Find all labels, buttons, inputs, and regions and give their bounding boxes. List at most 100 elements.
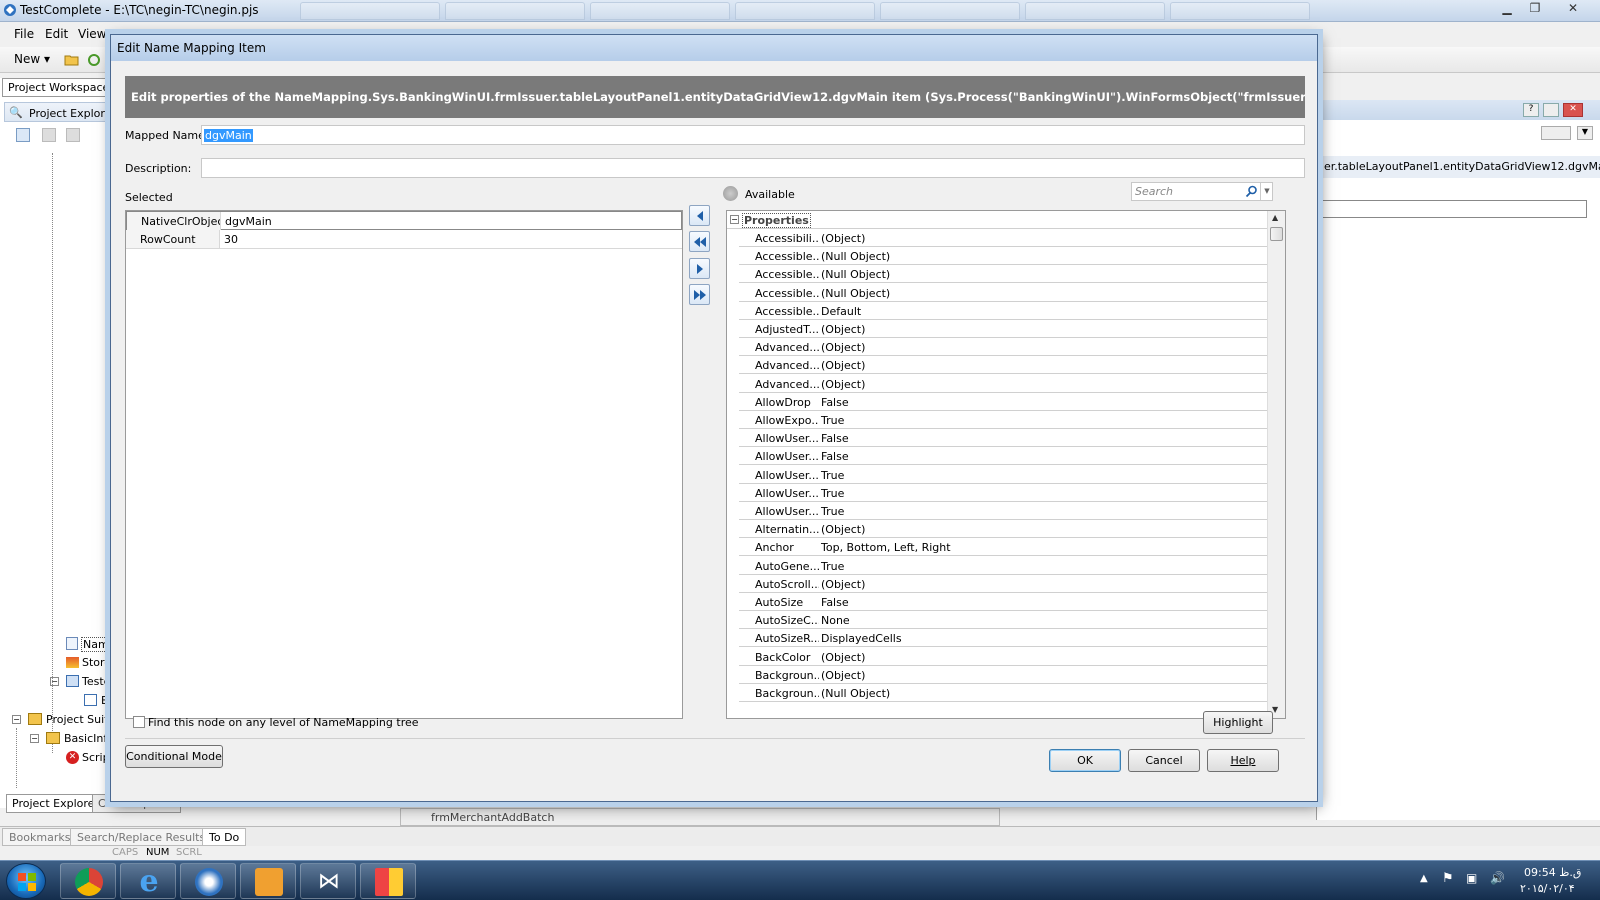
available-row[interactable]: Alternatin... (Object) (739, 520, 1267, 539)
network-icon[interactable]: ▣ (1466, 871, 1477, 885)
available-row[interactable]: AutoSizeR... DisplayedCells (739, 629, 1267, 648)
mapped-name-input[interactable]: dgvMain (201, 125, 1305, 145)
refresh-icon[interactable] (86, 52, 102, 68)
tab-search-replace[interactable]: Search/Replace Results (70, 828, 213, 846)
clock-time[interactable]: 09:54 ق.ظ (1524, 866, 1581, 879)
available-properties-grid[interactable]: − Properties Accessibili... (Object) Acces… (726, 210, 1286, 719)
conditional-mode-button[interactable]: Conditional Mode (125, 745, 223, 768)
collapse-icon[interactable]: − (30, 734, 39, 743)
available-row[interactable]: Advanced... (Object) (739, 338, 1267, 357)
browser-tab[interactable] (735, 2, 875, 20)
menu-edit[interactable]: Edit (45, 27, 68, 41)
remove-selected-button[interactable] (689, 205, 710, 226)
available-row[interactable]: AllowExpo... True (739, 411, 1267, 429)
available-row-value: True (821, 486, 845, 500)
tree-add-icon[interactable] (42, 128, 56, 142)
open-folder-icon[interactable] (64, 52, 80, 68)
tab-project-explorer[interactable]: Project Explorer (6, 794, 105, 813)
available-row[interactable]: AllowUser... False (739, 429, 1267, 448)
scroll-thumb[interactable] (1270, 227, 1283, 241)
available-row[interactable]: AutoSizeC... None (739, 611, 1267, 630)
available-row[interactable]: AdjustedT... (Object) (739, 320, 1267, 338)
browser-tab[interactable] (590, 2, 730, 20)
flag-icon[interactable]: ⚑ (1442, 871, 1454, 886)
available-row[interactable]: AllowUser... True (739, 502, 1267, 520)
highlight-button[interactable]: Highlight (1203, 711, 1273, 734)
tab-project-workspace[interactable]: Project Workspace (2, 78, 116, 97)
available-row[interactable]: AutoGene... True (739, 557, 1267, 575)
restore-icon[interactable]: ❐ (1522, 0, 1548, 18)
available-row[interactable]: Accessible... (Null Object) (739, 247, 1267, 266)
selected-row[interactable]: RowCount 30 (126, 230, 682, 249)
search-icon[interactable] (1245, 185, 1258, 198)
available-row[interactable]: Advanced... (Object) (739, 375, 1267, 393)
browser-tab[interactable] (1170, 2, 1310, 20)
collapse-icon[interactable]: − (50, 677, 59, 686)
available-row[interactable]: AllowUser... True (739, 484, 1267, 502)
available-row[interactable]: Advanced... (Object) (739, 356, 1267, 375)
tab-bookmarks[interactable]: Bookmarks (2, 828, 78, 846)
browser-tab[interactable] (445, 2, 585, 20)
close-icon[interactable]: ✕ (1560, 0, 1586, 18)
collapse-icon[interactable]: − (12, 715, 21, 724)
vertical-scrollbar[interactable]: ▲ ▼ (1267, 211, 1285, 718)
tree-refresh-icon[interactable] (16, 128, 30, 142)
taskbar-ie[interactable]: e (120, 863, 176, 899)
available-row[interactable]: AllowUser... False (739, 447, 1267, 466)
taskbar-outlook[interactable] (240, 863, 296, 899)
browser-tab[interactable] (880, 2, 1020, 20)
clock-date[interactable]: ۲۰۱۵/۰۲/۰۴ (1520, 882, 1575, 895)
available-row[interactable]: AllowDrop False (739, 393, 1267, 411)
tab-to-do[interactable]: To Do (202, 828, 247, 846)
available-row[interactable]: Accessible... (Null Object) (739, 284, 1267, 302)
remove-all-button[interactable] (689, 231, 710, 252)
description-input[interactable] (201, 158, 1305, 178)
available-row[interactable]: Accessible... (Null Object) (739, 265, 1267, 284)
add-selected-button[interactable] (689, 258, 710, 279)
collapse-icon[interactable]: − (730, 215, 739, 224)
available-row[interactable]: Accessible... Default (739, 302, 1267, 320)
available-row[interactable]: Anchor Top, Bottom, Left, Right (739, 538, 1267, 557)
available-row[interactable]: AllowUser... True (739, 466, 1267, 484)
tray-expand-icon[interactable]: ▲ (1420, 873, 1428, 884)
help-button[interactable]: Help (1207, 749, 1279, 772)
browser-tab[interactable] (1025, 2, 1165, 20)
close-icon[interactable]: ✕ (1563, 103, 1583, 117)
available-row[interactable]: AutoScroll... (Object) (739, 575, 1267, 593)
available-row[interactable]: BackColor (Object) (739, 648, 1267, 666)
menu-view[interactable]: View (78, 27, 106, 41)
selected-row[interactable]: NativeClrObject dgvMain (126, 211, 682, 230)
editor-field[interactable] (1317, 200, 1587, 218)
testcomplete-icon (195, 868, 223, 896)
available-row[interactable]: Backgroun... (Object) (739, 666, 1267, 684)
find-any-level-checkbox[interactable] (133, 716, 145, 728)
selected-properties-grid[interactable]: NativeClrObject dgvMain RowCount 30 (125, 210, 683, 719)
dialog-titlebar[interactable]: Edit Name Mapping Item (111, 35, 1317, 61)
available-row[interactable]: Accessibili... (Object) (739, 229, 1267, 247)
taskbar-explorer[interactable] (360, 863, 416, 899)
ok-button[interactable]: OK (1049, 749, 1121, 772)
error-icon: ✕ (66, 751, 79, 764)
volume-icon[interactable]: 🔊 (1490, 871, 1505, 885)
help-icon[interactable]: ? (1523, 103, 1539, 117)
available-row[interactable]: AutoSize False (739, 593, 1267, 611)
taskbar-testcomplete[interactable] (180, 863, 236, 899)
search-input[interactable]: Search ▼ (1131, 182, 1273, 201)
properties-group-header[interactable]: − Properties (727, 211, 1267, 229)
available-row[interactable]: Backgroun... (Null Object) (739, 684, 1267, 702)
new-button[interactable]: New ▾ (14, 52, 50, 66)
start-button[interactable] (6, 863, 46, 899)
taskbar-chrome[interactable] (60, 863, 116, 899)
menu-file[interactable]: File (14, 27, 34, 41)
search-dropdown-icon[interactable]: ▼ (1260, 183, 1273, 200)
restore-icon[interactable] (1543, 103, 1559, 117)
tree-remove-icon[interactable] (66, 128, 80, 142)
taskbar-app[interactable]: ⋈ (300, 863, 356, 899)
scroll-up-icon[interactable]: ▲ (1272, 213, 1278, 222)
add-all-button[interactable] (689, 284, 710, 305)
cancel-button[interactable]: Cancel (1128, 749, 1200, 772)
tab-scroll-icon[interactable] (1541, 126, 1571, 140)
browser-tab[interactable] (300, 2, 440, 20)
minimize-icon[interactable]: ▁ (1494, 0, 1520, 18)
dropdown-icon[interactable]: ▼ (1577, 126, 1593, 140)
